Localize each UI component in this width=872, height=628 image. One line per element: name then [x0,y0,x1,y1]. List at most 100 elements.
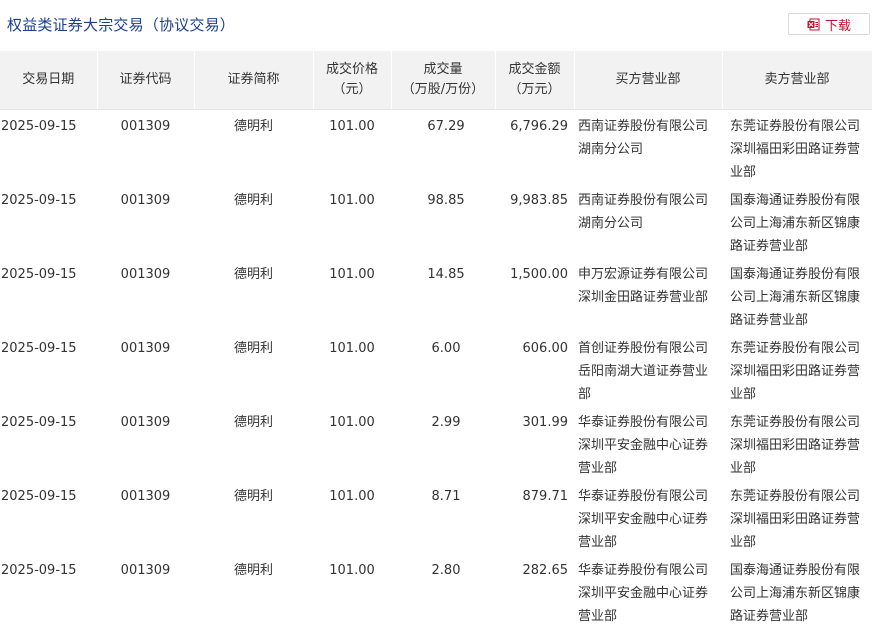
cell-price: 101.00 [313,110,391,185]
cell-volume: 67.29 [391,110,495,185]
cell-security-code: 001309 [97,406,194,480]
cell-buyer-branch-text: 申万宏源证券有限公司深圳金田路证券营业部 [578,263,714,332]
block-trade-table: 交易日期证券代码证券简称成交价格（元）成交量（万股/万份）成交金额（万元）买方营… [0,51,872,628]
cell-trade-date: 2025-09-15 [0,406,97,480]
cell-buyer-branch: 华泰证券股份有限公司深圳平安金融中心证券营业部 [574,406,722,480]
excel-file-icon [807,18,820,31]
block-trade-table-container: 交易日期证券代码证券简称成交价格（元）成交量（万股/万份）成交金额（万元）买方营… [0,51,872,628]
header-label-line: （万元） [498,80,572,100]
cell-buyer-branch: 申万宏源证券有限公司深圳金田路证券营业部 [574,258,722,332]
cell-security-code: 001309 [97,480,194,554]
cell-price: 101.00 [313,406,391,480]
table-row: 2025-09-15001309德明利101.0067.296,796.29西南… [0,110,872,185]
header-label-line: 证券简称 [197,70,311,90]
cell-buyer-branch-text: 华泰证券股份有限公司深圳平安金融中心证券营业部 [578,485,714,554]
cell-seller-branch-text: 东莞证券股份有限公司深圳福田彩田路证券营业部 [730,411,868,480]
cell-security-name: 德明利 [194,480,313,554]
cell-price: 101.00 [313,332,391,406]
cell-security-code: 001309 [97,554,194,628]
cell-security-code: 001309 [97,184,194,258]
cell-buyer-branch: 首创证券股份有限公司岳阳南湖大道证券营业部 [574,332,722,406]
header-volume: 成交量（万股/万份） [391,51,495,110]
cell-buyer-branch: 西南证券股份有限公司湖南分公司 [574,184,722,258]
cell-security-name: 德明利 [194,406,313,480]
cell-buyer-branch: 西南证券股份有限公司湖南分公司 [574,110,722,185]
cell-buyer-branch-text: 西南证券股份有限公司湖南分公司 [578,189,714,258]
table-row: 2025-09-15001309德明利101.002.80282.65华泰证券股… [0,554,872,628]
cell-security-code: 001309 [97,258,194,332]
cell-buyer-branch-text: 华泰证券股份有限公司深圳平安金融中心证券营业部 [578,559,714,628]
cell-security-name: 德明利 [194,258,313,332]
cell-amount: 6,796.29 [495,110,574,185]
cell-volume: 6.00 [391,332,495,406]
header-label-line: 卖方营业部 [725,70,870,90]
cell-seller-branch-text: 东莞证券股份有限公司深圳福田彩田路证券营业部 [730,485,868,554]
header-price: 成交价格（元） [313,51,391,110]
cell-trade-date: 2025-09-15 [0,332,97,406]
cell-seller-branch: 东莞证券股份有限公司深圳福田彩田路证券营业部 [722,332,872,406]
cell-amount: 282.65 [495,554,574,628]
download-label: 下载 [825,15,851,34]
header-label-line: 成交价格 [316,60,389,80]
header-security-code: 证券代码 [97,51,194,110]
cell-security-name: 德明利 [194,110,313,185]
cell-trade-date: 2025-09-15 [0,480,97,554]
header-label-line: 成交金额 [498,60,572,80]
cell-security-code: 001309 [97,332,194,406]
cell-volume: 98.85 [391,184,495,258]
cell-trade-date: 2025-09-15 [0,554,97,628]
header-trade-date: 交易日期 [0,51,97,110]
header-label-line: 证券代码 [100,70,192,90]
cell-amount: 879.71 [495,480,574,554]
cell-price: 101.00 [313,480,391,554]
cell-security-name: 德明利 [194,332,313,406]
cell-seller-branch: 东莞证券股份有限公司深圳福田彩田路证券营业部 [722,406,872,480]
cell-amount: 1,500.00 [495,258,574,332]
cell-security-name: 德明利 [194,554,313,628]
table-row: 2025-09-15001309德明利101.0098.859,983.85西南… [0,184,872,258]
table-header: 交易日期证券代码证券简称成交价格（元）成交量（万股/万份）成交金额（万元）买方营… [0,51,872,110]
top-bar: 权益类证券大宗交易（协议交易） 下载 [0,0,872,50]
cell-volume: 14.85 [391,258,495,332]
cell-buyer-branch-text: 西南证券股份有限公司湖南分公司 [578,115,714,184]
cell-buyer-branch: 华泰证券股份有限公司深圳平安金融中心证券营业部 [574,480,722,554]
cell-trade-date: 2025-09-15 [0,258,97,332]
cell-price: 101.00 [313,258,391,332]
header-label-line: 买方营业部 [577,70,720,90]
header-buyer-branch: 买方营业部 [574,51,722,110]
cell-buyer-branch-text: 华泰证券股份有限公司深圳平安金融中心证券营业部 [578,411,714,480]
header-label-line: （万股/万份） [394,80,493,100]
cell-amount: 9,983.85 [495,184,574,258]
cell-seller-branch-text: 国泰海通证券股份有限公司上海浦东新区锦康路证券营业部 [730,189,868,258]
cell-buyer-branch: 华泰证券股份有限公司深圳平安金融中心证券营业部 [574,554,722,628]
header-row: 交易日期证券代码证券简称成交价格（元）成交量（万股/万份）成交金额（万元）买方营… [0,51,872,110]
table-row: 2025-09-15001309德明利101.008.71879.71华泰证券股… [0,480,872,554]
cell-volume: 8.71 [391,480,495,554]
cell-volume: 2.99 [391,406,495,480]
cell-seller-branch: 东莞证券股份有限公司深圳福田彩田路证券营业部 [722,110,872,185]
header-security-name: 证券简称 [194,51,313,110]
header-label-line: （元） [316,80,389,100]
cell-seller-branch-text: 国泰海通证券股份有限公司上海浦东新区锦康路证券营业部 [730,263,868,332]
table-row: 2025-09-15001309德明利101.0014.851,500.00申万… [0,258,872,332]
cell-security-code: 001309 [97,110,194,185]
header-label-line: 交易日期 [2,70,95,90]
cell-seller-branch: 国泰海通证券股份有限公司上海浦东新区锦康路证券营业部 [722,258,872,332]
header-label-line: 成交量 [394,60,493,80]
cell-price: 101.00 [313,554,391,628]
cell-seller-branch-text: 国泰海通证券股份有限公司上海浦东新区锦康路证券营业部 [730,559,868,628]
cell-amount: 301.99 [495,406,574,480]
cell-seller-branch: 国泰海通证券股份有限公司上海浦东新区锦康路证券营业部 [722,184,872,258]
header-amount: 成交金额（万元） [495,51,574,110]
download-button[interactable]: 下载 [788,13,870,35]
cell-price: 101.00 [313,184,391,258]
cell-seller-branch-text: 东莞证券股份有限公司深圳福田彩田路证券营业部 [730,115,868,184]
table-row: 2025-09-15001309德明利101.002.99301.99华泰证券股… [0,406,872,480]
cell-buyer-branch-text: 首创证券股份有限公司岳阳南湖大道证券营业部 [578,337,714,406]
cell-volume: 2.80 [391,554,495,628]
table-row: 2025-09-15001309德明利101.006.00606.00首创证券股… [0,332,872,406]
cell-seller-branch: 国泰海通证券股份有限公司上海浦东新区锦康路证券营业部 [722,554,872,628]
cell-trade-date: 2025-09-15 [0,184,97,258]
page-title: 权益类证券大宗交易（协议交易） [7,14,235,35]
cell-seller-branch: 东莞证券股份有限公司深圳福田彩田路证券营业部 [722,480,872,554]
